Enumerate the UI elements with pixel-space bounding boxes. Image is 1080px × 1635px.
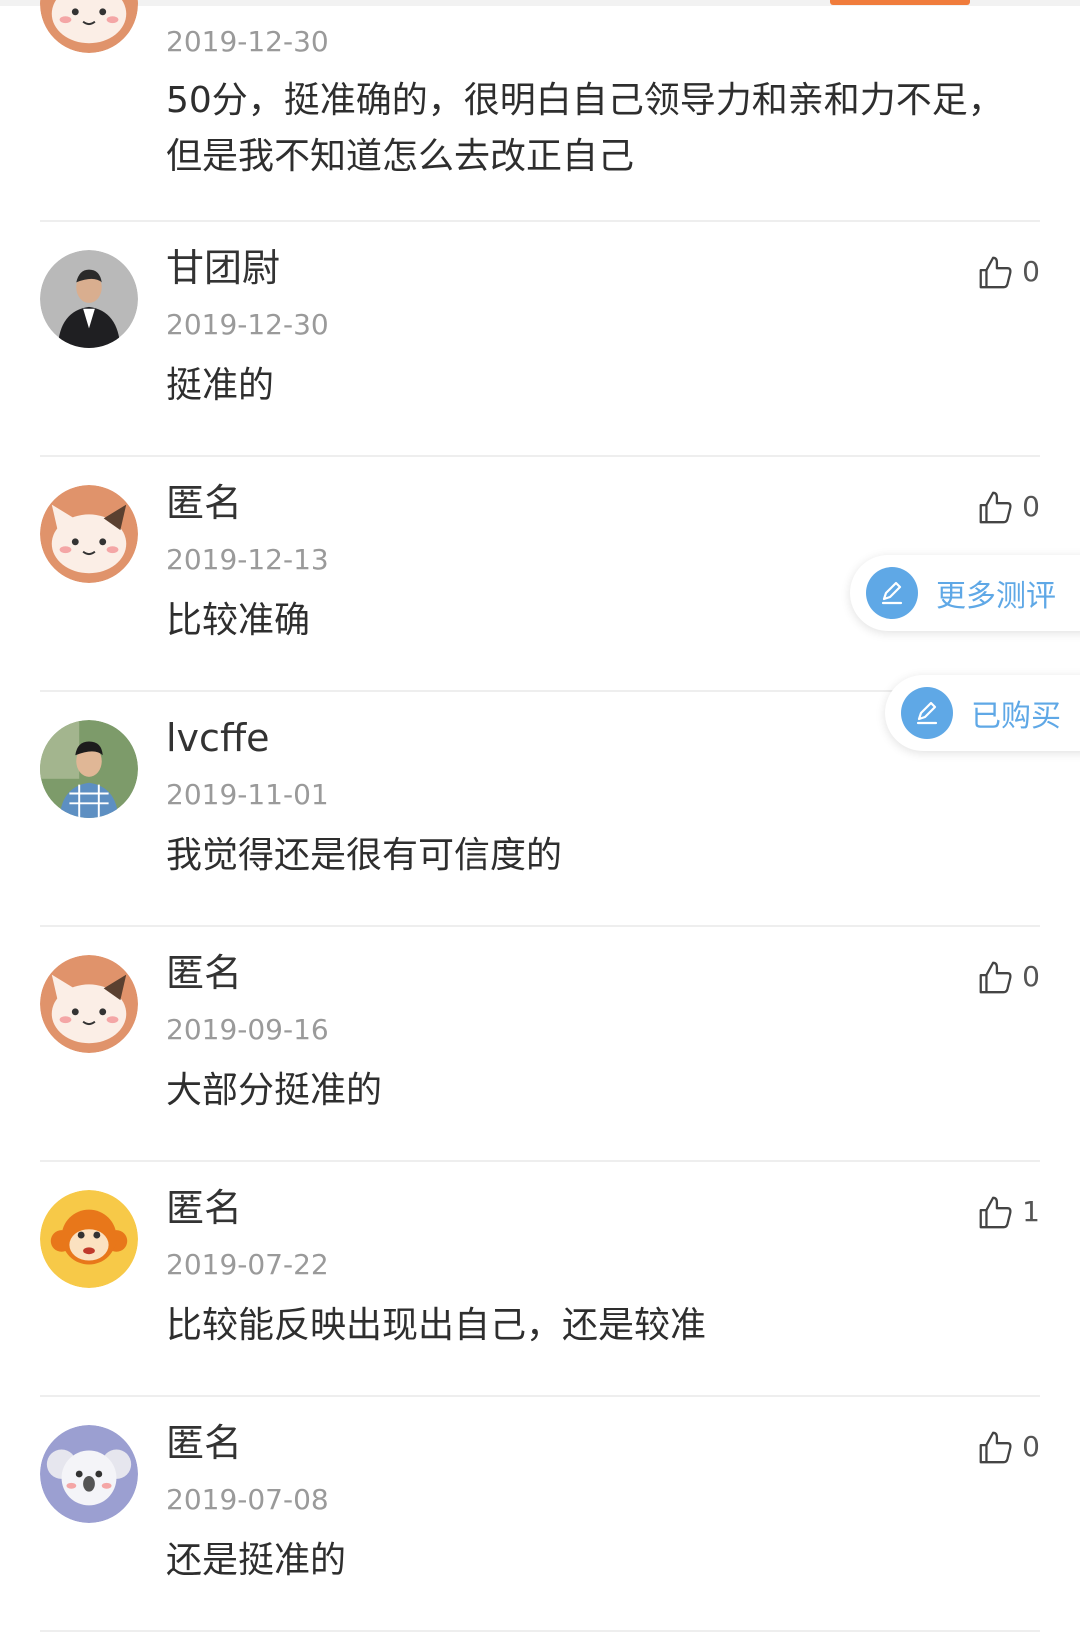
cat-avatar-icon [40, 485, 138, 583]
more-reviews-button[interactable]: 更多测评 [850, 555, 1080, 631]
avatar[interactable] [40, 485, 138, 583]
like-button[interactable]: 1 [970, 1190, 1040, 1234]
comment-username: 匿名 [166, 1186, 243, 1230]
pencil-icon [866, 567, 918, 619]
comment-date: 2019-09-16 [166, 1013, 329, 1046]
comment-text: 我觉得还是很有可信度的 [166, 835, 563, 876]
comment-item: 匿名 2019-09-16 大部分挺准的 0 [40, 925, 1040, 1162]
comment-text: 比较能反映出现出自己，还是较准 [166, 1305, 707, 1346]
purchased-label: 已购买 [971, 699, 1061, 734]
comment-item: 匿名 2019-07-22 比较能反映出现出自己，还是较准 1 [40, 1160, 1040, 1397]
man-suit-photo-icon [40, 250, 138, 348]
comment-date: 2019-12-30 [166, 308, 329, 341]
thumb-up-icon [979, 256, 1012, 289]
thumb-up-icon [979, 1196, 1012, 1229]
like-count: 1 [1022, 1195, 1040, 1228]
comment-item: 2019-12-30 50分，挺准确的，很明白自己领导力和亲和力不足，但是我不知… [40, 0, 1040, 222]
like-count: 0 [1022, 960, 1040, 993]
like-count: 0 [1022, 490, 1040, 523]
comment-username: 匿名 [166, 1421, 243, 1465]
avatar[interactable] [40, 955, 138, 1053]
pencil-icon [901, 687, 953, 739]
comment-text: 还是挺准的 [166, 1540, 347, 1581]
koala-avatar-icon [40, 1425, 138, 1523]
like-count: 0 [1022, 1430, 1040, 1463]
avatar[interactable] [40, 1190, 138, 1288]
like-button[interactable]: 0 [970, 250, 1040, 294]
comment-username: lvcffe [166, 716, 270, 760]
comment-text: 大部分挺准的 [166, 1070, 383, 1111]
comment-date: 2019-11-01 [166, 778, 329, 811]
comment-date: 2019-12-13 [166, 543, 329, 576]
purchased-button[interactable]: 已购买 [885, 675, 1080, 751]
comment-date: 2019-07-22 [166, 1248, 329, 1281]
cat-avatar-icon [40, 0, 138, 53]
comment-date: 2019-12-30 [166, 25, 329, 58]
comment-item: 甘团尉 2019-12-30 挺准的 0 [40, 220, 1040, 457]
comment-username: 甘团尉 [166, 246, 281, 290]
comment-text: 50分，挺准确的，很明白自己领导力和亲和力不足，但是我不知道怎么去改正自己 [166, 80, 1004, 177]
more-reviews-label: 更多测评 [936, 579, 1056, 614]
comment-username: 匿名 [166, 951, 243, 995]
thumb-up-icon [979, 491, 1012, 524]
comment-item: 匿名 2019-07-08 还是挺准的 0 [40, 1395, 1040, 1632]
like-button[interactable]: 0 [970, 1425, 1040, 1469]
monkey-avatar-icon [40, 1190, 138, 1288]
like-count: 0 [1022, 255, 1040, 288]
comment-username: 匿名 [166, 481, 243, 525]
cat-avatar-icon [40, 955, 138, 1053]
like-button[interactable]: 0 [970, 955, 1040, 999]
comment-date: 2019-07-08 [166, 1483, 329, 1516]
like-button[interactable]: 0 [970, 485, 1040, 529]
comment-text: 挺准的 [166, 365, 275, 406]
avatar[interactable] [40, 0, 138, 53]
avatar[interactable] [40, 1425, 138, 1523]
avatar[interactable] [40, 250, 138, 348]
avatar[interactable] [40, 720, 138, 818]
thumb-up-icon [979, 1431, 1012, 1464]
man-photo-icon [40, 720, 138, 818]
thumb-up-icon [979, 961, 1012, 994]
